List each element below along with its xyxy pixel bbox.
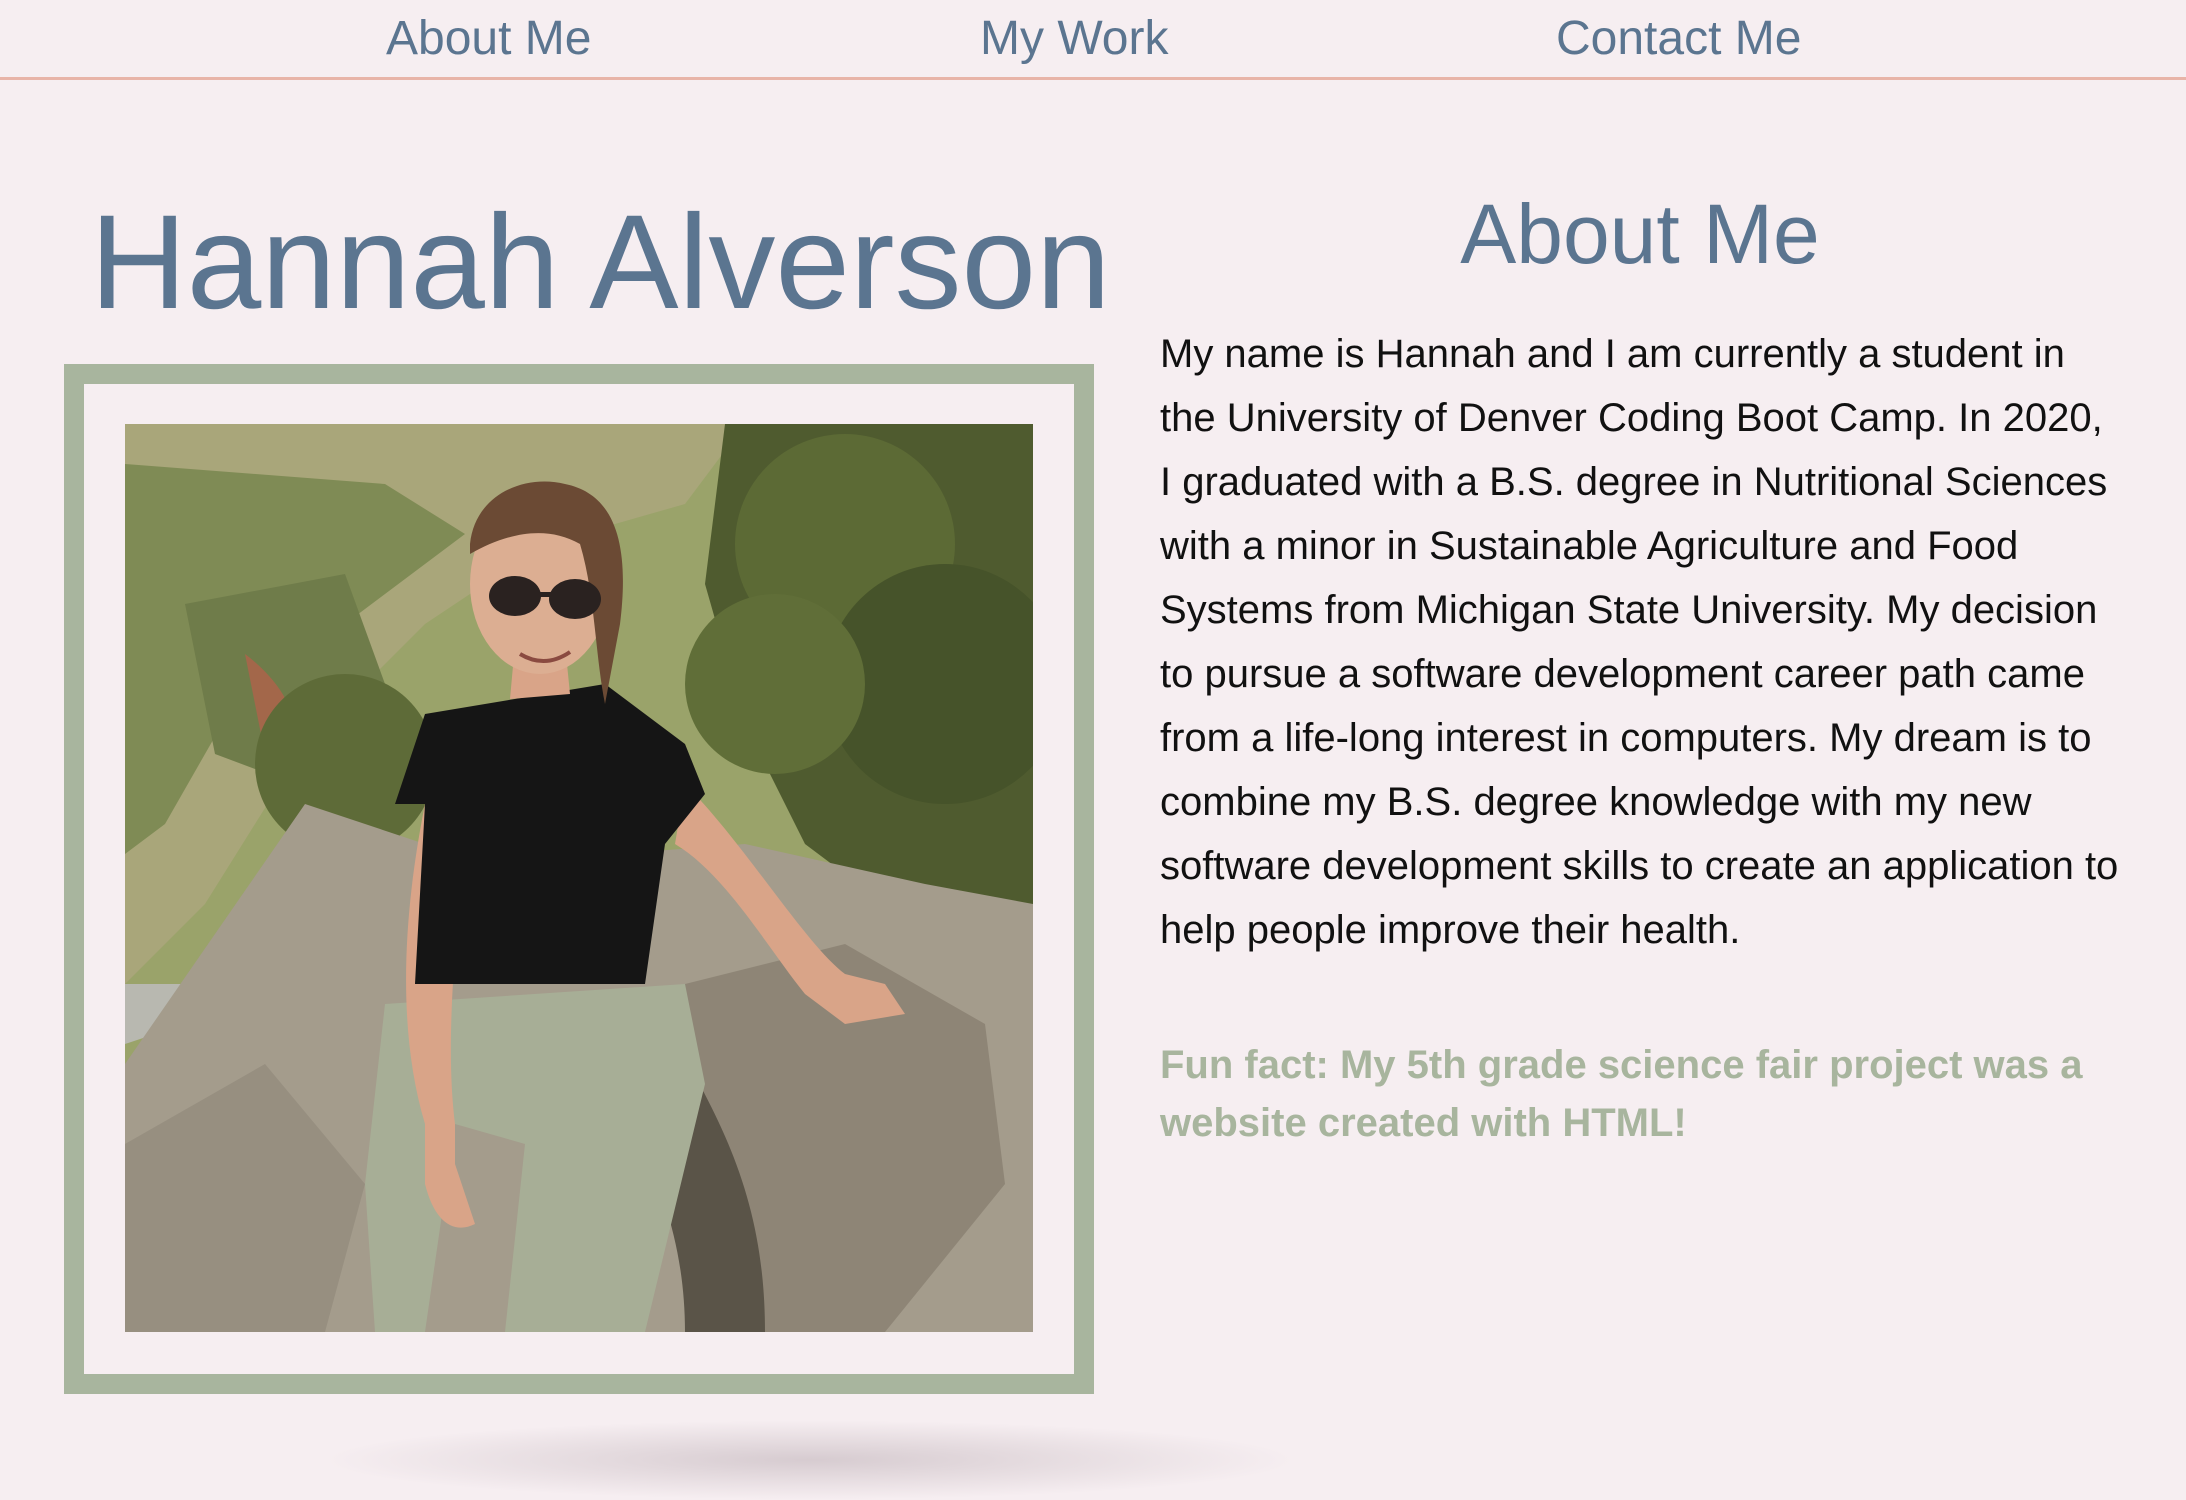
nav-link-about[interactable]: About Me bbox=[386, 10, 591, 68]
nav-link-my-work[interactable]: My Work bbox=[980, 10, 1168, 68]
bio-paragraph: My name is Hannah and I am currently a s… bbox=[1160, 332, 2119, 952]
fun-fact: Fun fact: My 5th grade science fair proj… bbox=[1160, 1043, 2083, 1145]
nav-link-contact[interactable]: Contact Me bbox=[1556, 10, 1801, 68]
decorative-shadow bbox=[320, 1420, 1300, 1500]
about-heading: About Me bbox=[1460, 187, 1820, 281]
profile-photo bbox=[125, 424, 1033, 1332]
page-title-name: Hannah Alverson bbox=[90, 188, 1111, 337]
top-nav: About Me My Work Contact Me bbox=[0, 0, 2186, 80]
